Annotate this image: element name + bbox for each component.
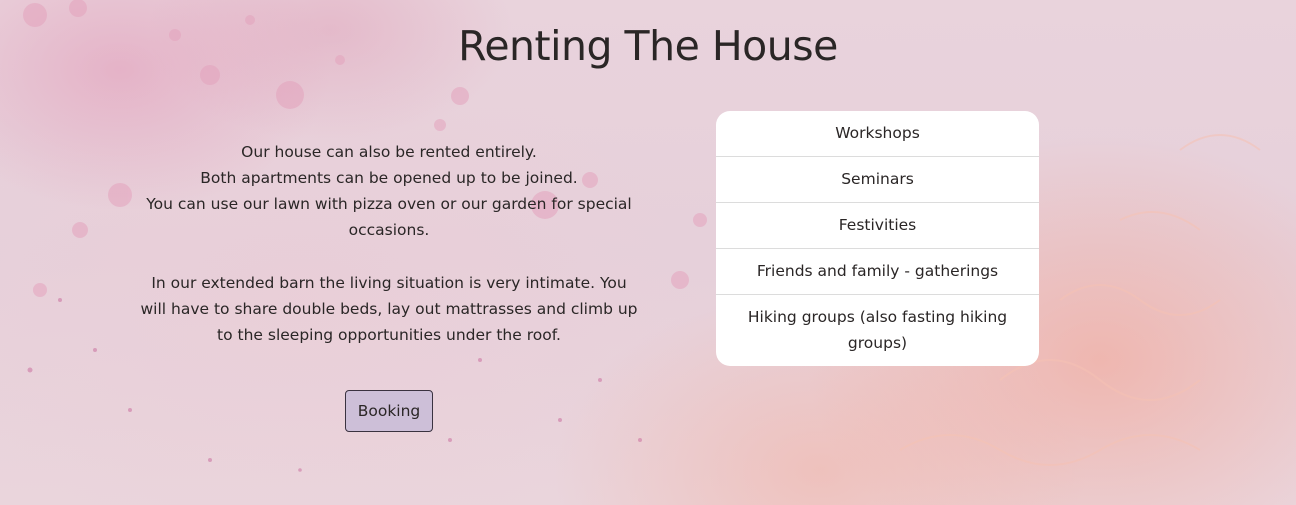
intro-line: You can use our lawn with pizza oven or …	[146, 195, 632, 239]
intro-paragraph: In our extended barn the living situatio…	[140, 274, 638, 344]
list-item: Seminars	[716, 157, 1039, 203]
intro-line: Both apartments can be opened up to be j…	[200, 169, 578, 187]
list-item: Workshops	[716, 111, 1039, 157]
list-item: Festivities	[716, 203, 1039, 249]
list-item: Friends and family - gatherings	[716, 249, 1039, 295]
page-title: Renting The House	[458, 22, 838, 70]
intro-line: Our house can also be rented entirely.	[241, 143, 537, 161]
uses-list: Workshops Seminars Festivities Friends a…	[716, 111, 1039, 366]
booking-button[interactable]: Booking	[345, 390, 433, 432]
list-item: Hiking groups (also fasting hiking group…	[747, 308, 1008, 352]
intro-text: Our house can also be rented entirely. B…	[140, 139, 638, 348]
